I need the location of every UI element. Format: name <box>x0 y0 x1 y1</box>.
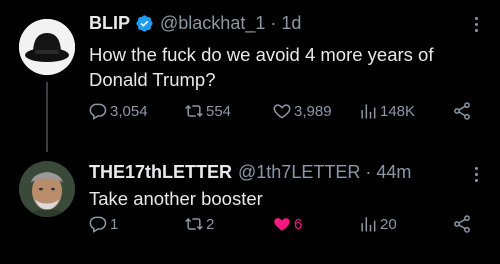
share-button[interactable] <box>452 214 472 234</box>
avatar[interactable] <box>19 161 75 217</box>
reply-count: 1 <box>110 215 119 233</box>
separator-dot: · <box>365 162 372 182</box>
reply-button[interactable]: 3,054 <box>88 101 148 121</box>
heart-filled-icon <box>274 218 290 231</box>
profile-photo-image <box>19 161 75 217</box>
share-button[interactable] <box>452 101 472 121</box>
like-button[interactable]: 6 <box>272 214 302 234</box>
handle[interactable]: @1th7LETTER <box>238 161 360 183</box>
tweet-header: THE17thLETTER @1th7LETTER · 44m <box>89 161 411 183</box>
views-chart-icon <box>361 217 376 232</box>
verified-badge-icon <box>136 14 153 32</box>
more-options-icon[interactable] <box>475 164 478 185</box>
views-count: 148K <box>380 102 416 120</box>
thread-line <box>46 82 48 152</box>
tweet-text: Take another booster <box>89 188 263 209</box>
like-count: 6 <box>294 215 303 233</box>
more-options-icon[interactable] <box>475 14 478 35</box>
retweet-count: 2 <box>206 215 215 233</box>
tweet-original[interactable]: BLIP @blackhat_1 · 1d How the fuck do we… <box>0 0 500 152</box>
handle[interactable]: @blackhat_1 <box>160 12 265 34</box>
views-count: 20 <box>380 215 397 233</box>
share-icon <box>454 215 470 233</box>
retweet-icon <box>185 217 203 231</box>
display-name[interactable]: BLIP <box>89 12 130 34</box>
retweet-button[interactable]: 554 <box>184 101 231 121</box>
black-hat-avatar-image <box>19 19 75 75</box>
reply-icon <box>89 103 107 120</box>
retweet-count: 554 <box>206 102 232 120</box>
views-button[interactable]: 148K <box>358 101 415 121</box>
like-button[interactable]: 3,989 <box>272 101 332 121</box>
display-name[interactable]: THE17thLETTER <box>89 161 232 183</box>
avatar[interactable] <box>19 19 75 75</box>
share-icon <box>454 102 470 120</box>
timestamp[interactable]: 1d <box>281 12 301 34</box>
retweet-button[interactable]: 2 <box>184 214 214 234</box>
like-count: 3,989 <box>294 102 332 120</box>
tweet-header: BLIP @blackhat_1 · 1d <box>89 12 301 34</box>
retweet-icon <box>185 104 203 118</box>
heart-icon <box>273 104 291 119</box>
views-chart-icon <box>361 104 376 119</box>
reply-count: 3,054 <box>110 102 148 120</box>
separator-dot: · <box>270 13 277 33</box>
reply-button[interactable]: 1 <box>88 214 118 234</box>
timestamp[interactable]: 44m <box>376 161 411 183</box>
reply-icon <box>89 216 107 233</box>
views-button[interactable]: 20 <box>358 214 397 234</box>
tweet-text: How the fuck do we avoid 4 more years of… <box>89 44 434 90</box>
